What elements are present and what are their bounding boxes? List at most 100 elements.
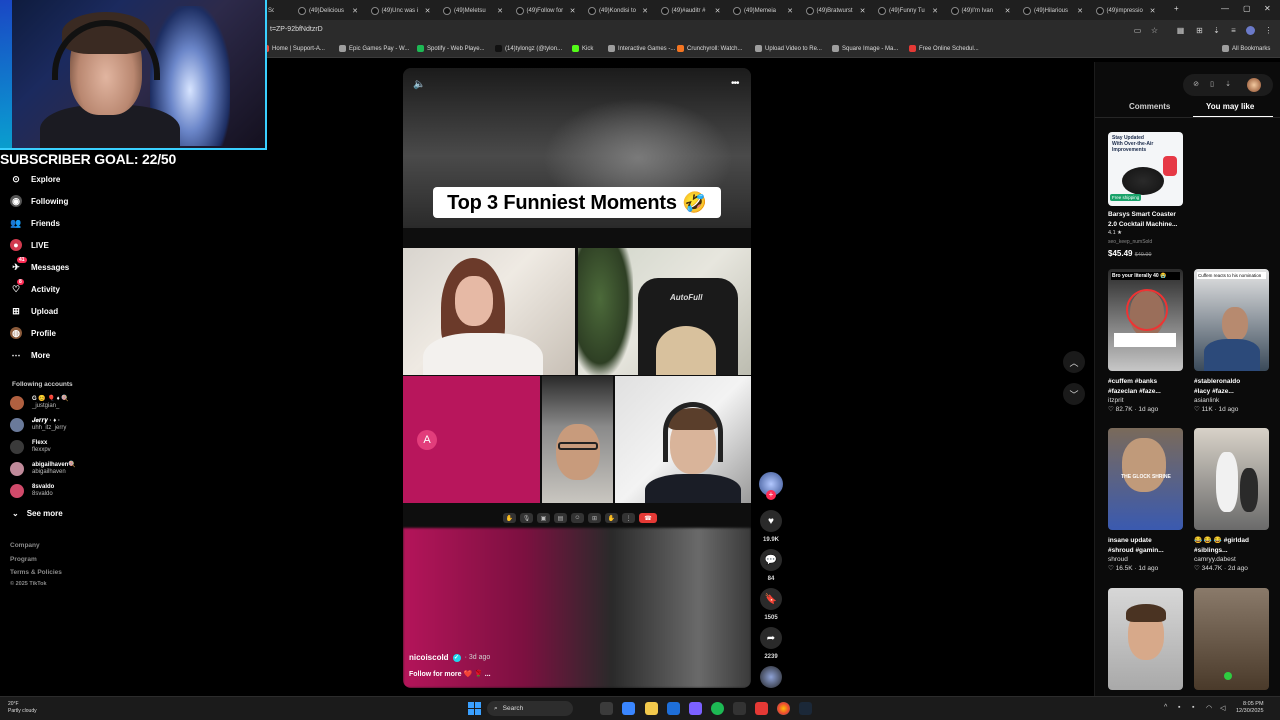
close-tab-icon[interactable]: ✕: [425, 7, 431, 15]
browser-tab[interactable]: (49)Memeia ✕: [727, 3, 799, 18]
bookmark-item[interactable]: (14)tylongz (@tylon...: [495, 45, 562, 52]
browser-tab[interactable]: (49)impressio ✕: [1090, 3, 1162, 18]
close-tab-icon[interactable]: ✕: [715, 7, 721, 15]
close-tab-icon[interactable]: ✕: [642, 7, 648, 15]
link-icon[interactable]: ⊘: [1190, 79, 1202, 91]
bookmark-item[interactable]: Home | Support-A...: [262, 45, 325, 52]
bookmark-item[interactable]: Free Online Schedul...: [909, 45, 979, 52]
close-tab-icon[interactable]: ✕: [352, 7, 358, 15]
volume-icon[interactable]: 🔈: [413, 79, 425, 90]
close-tab-icon[interactable]: ✕: [1005, 7, 1011, 15]
video-author[interactable]: nicoiscold ✓ · 3d ago: [409, 653, 490, 662]
bookmark-item[interactable]: Interactive Games -...: [608, 45, 675, 52]
nav-item-friends[interactable]: 👥 Friends: [10, 215, 60, 231]
nav-item-messages[interactable]: ✈ 41 Messages: [10, 257, 69, 275]
video-card[interactable]: Bro your literally 40 😭 #cuffem #banks #…: [1108, 269, 1183, 414]
nav-item-following[interactable]: ◉ Following: [10, 193, 68, 209]
nav-item-upload[interactable]: ⊞ Upload: [10, 303, 58, 319]
close-tab-icon[interactable]: ✕: [787, 7, 793, 15]
bookmark-item[interactable]: Crunchyroll: Watch...: [677, 45, 742, 52]
all-bookmarks-button[interactable]: All Bookmarks: [1222, 45, 1270, 52]
following-account-item[interactable]: Flexx flexxpv: [10, 440, 51, 454]
edge-icon[interactable]: [667, 702, 680, 715]
footer-program[interactable]: Program: [10, 556, 37, 563]
browser-tab[interactable]: (49)Hilarious ✕: [1017, 3, 1089, 18]
video-card[interactable]: THE GLOCK SHRINE insane update #shroud #…: [1108, 428, 1183, 573]
file-explorer-icon[interactable]: [645, 702, 658, 715]
task-view-icon[interactable]: [600, 702, 613, 715]
video-card[interactable]: [1194, 588, 1269, 690]
profile-avatar-icon[interactable]: [1246, 26, 1255, 35]
following-account-item[interactable]: 𝑱𝒆𝒓𝒓𝒚 · ♦ · uhh_itz_jerry: [10, 418, 66, 432]
browser-tab[interactable]: (49)Kondisi to ✕: [582, 3, 654, 18]
close-tab-icon[interactable]: ✕: [932, 7, 938, 15]
video-card[interactable]: [1108, 588, 1183, 690]
bookmark-item[interactable]: Square Image - Ma...: [832, 45, 898, 52]
browser-tab[interactable]: (49)I'm Ivan ✕: [945, 3, 1017, 18]
download-icon[interactable]: ⇣: [1212, 26, 1221, 35]
copilot-icon[interactable]: [622, 702, 635, 715]
extensions-puzzle-icon[interactable]: ⊞: [1195, 26, 1204, 35]
tray-app-icon[interactable]: ▪: [1192, 704, 1194, 711]
taskbar-search[interactable]: ⌕ Search: [487, 701, 573, 716]
app-icon[interactable]: [755, 702, 768, 715]
bookmark-item[interactable]: Kick: [572, 45, 593, 52]
save-button[interactable]: 🔖: [760, 588, 782, 610]
product-card[interactable]: Stay Updated With Over-the-Air Improveme…: [1108, 132, 1183, 258]
creator-avatar[interactable]: +: [759, 472, 783, 500]
see-more-button[interactable]: ⌄ See more: [12, 509, 63, 518]
footer-company[interactable]: Company: [10, 542, 40, 549]
nav-item-activity[interactable]: ♡ 8 Activity: [10, 279, 60, 297]
like-button[interactable]: ♥: [760, 510, 782, 532]
windows-start-icon[interactable]: [468, 702, 481, 715]
next-video-button[interactable]: ﹀: [1063, 383, 1085, 405]
nav-item-live[interactable]: ● LIVE: [10, 237, 49, 253]
tab-you-may-like[interactable]: You may like: [1206, 102, 1254, 111]
music-disc-icon[interactable]: [760, 666, 782, 688]
steam-icon[interactable]: [799, 702, 812, 715]
browser-tab[interactable]: (49)#auditr # ✕: [655, 3, 727, 18]
chrome-icon[interactable]: [777, 702, 790, 715]
nav-item-more[interactable]: ⋯ More: [10, 347, 51, 363]
browser-menu-icon[interactable]: ⋮: [1264, 26, 1273, 35]
tray-app-icon[interactable]: ▪: [1178, 704, 1180, 711]
following-account-item[interactable]: 8svaldo 8svaldo: [10, 484, 54, 498]
comment-button[interactable]: 💬: [760, 549, 782, 571]
author-name[interactable]: nicoiscold: [409, 653, 449, 662]
browser-tab[interactable]: (49)Unc was i ✕: [365, 3, 437, 18]
discord-icon[interactable]: [689, 702, 702, 715]
spotify-icon[interactable]: [711, 702, 724, 715]
my-avatar[interactable]: [1247, 78, 1261, 92]
close-tab-icon[interactable]: ✕: [570, 7, 576, 15]
video-player[interactable]: 🔈 ••• Top 3 Funniest Moments 🤣 AutoFull …: [403, 68, 751, 688]
close-tab-icon[interactable]: ✕: [1150, 7, 1156, 15]
bookmark-item[interactable]: Spotify - Web Playe...: [417, 45, 485, 52]
close-tab-icon[interactable]: ✕: [860, 7, 866, 15]
url-field[interactable]: t=ZP-92bfNdtzrD: [270, 26, 323, 33]
browser-tab[interactable]: (49)Follow for ✕: [510, 3, 582, 18]
previous-video-button[interactable]: ︿: [1063, 351, 1085, 373]
taskbar-clock[interactable]: 8:05 PM 12/30/2025: [1236, 701, 1264, 715]
browser-tab[interactable]: (49)Bratwurst ✕: [800, 3, 872, 18]
maximize-icon[interactable]: ▢: [1243, 4, 1251, 13]
extension-icon[interactable]: ▦: [1176, 26, 1185, 35]
following-account-item[interactable]: abigailhaven🍭 abigailhaven: [10, 462, 76, 476]
new-tab-icon[interactable]: +: [1174, 4, 1179, 13]
video-description[interactable]: Follow for more ❤️ 🌹 ...: [409, 670, 491, 678]
video-card[interactable]: Cuffem reacts to his nomination #stabler…: [1194, 269, 1269, 414]
video-card[interactable]: 😂 😂 😂 #girldad #siblings... camryy.dabes…: [1194, 428, 1269, 573]
obs-icon[interactable]: [733, 702, 746, 715]
video-more-icon[interactable]: •••: [731, 78, 739, 89]
sidebar-icon[interactable]: ≡: [1229, 26, 1238, 35]
minimize-icon[interactable]: —: [1221, 4, 1229, 13]
share-button[interactable]: ➦: [760, 627, 782, 649]
bookmark-item[interactable]: Epic Games Pay - W...: [339, 45, 409, 52]
cast-icon[interactable]: ▭: [1133, 26, 1142, 35]
weather-widget[interactable]: 20°F Partly cloudy: [8, 701, 37, 715]
browser-tab[interactable]: (49)Delicious ✕: [292, 3, 364, 18]
phone-icon[interactable]: ▯: [1206, 79, 1218, 91]
browser-tab[interactable]: (49)Meletsu ✕: [437, 3, 509, 18]
bookmark-item[interactable]: Upload Video to Re...: [755, 45, 822, 52]
follow-plus-icon[interactable]: +: [766, 490, 776, 500]
wifi-icon[interactable]: ◠: [1206, 704, 1212, 712]
